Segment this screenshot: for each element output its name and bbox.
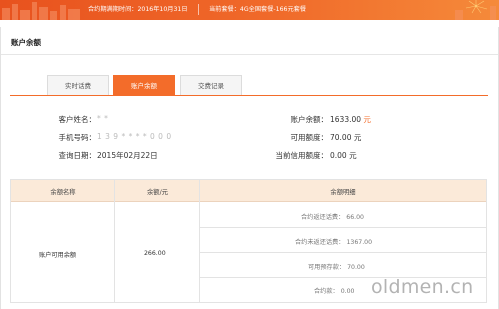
query-date-label: 查询日期： (58, 151, 97, 160)
table-header-row: 余额名称 余额/元 余额明细 (11, 180, 486, 202)
tab-realtime-charges[interactable]: 实时话费 (47, 75, 109, 96)
tab-payment-history[interactable]: 交费记录 (180, 75, 242, 96)
customer-name-value: * * (97, 114, 109, 123)
page-title: 账户余额 (11, 38, 41, 47)
top-banner: 合约期满期时间：2016年10月31日 当前套餐：4G全国套餐-166元套餐 (0, 0, 499, 20)
current-plan-text: 当前套餐：4G全国套餐-166元套餐 (209, 6, 307, 13)
balance-amount-cell: 266.00 (144, 250, 166, 257)
column-header-amount: 余额/元 (146, 189, 168, 196)
available-credit-label: 可用额度： (290, 133, 329, 142)
account-balance-value: 1633.00 (330, 115, 362, 124)
detail-contract-unrefunded: 合约未返还话费： 1367.00 (295, 239, 373, 246)
current-credit-limit-value: 0.00 元 (330, 151, 357, 160)
account-balance-unit: 元 (363, 115, 371, 124)
detail-prepaid-available: 可用预存款： 70.00 (308, 264, 365, 271)
customer-name-label: 客户姓名： (58, 115, 97, 124)
account-balance-value-wrap: 1633.00 元 (330, 114, 371, 125)
column-header-details: 余额明细 (330, 189, 356, 196)
banner-divider (198, 4, 199, 15)
phone-number-value: 1 3 9 * * * * 0 0 0 (97, 132, 172, 141)
detail-contract-payment: 合约款： 0.00 (314, 288, 355, 295)
panel-header: 账户余额 (1, 27, 498, 55)
current-credit-limit-label: 当前信用额度： (275, 151, 329, 160)
tab-account-balance[interactable]: 账户余额 (113, 75, 175, 96)
tabs-underline (10, 95, 488, 96)
phone-number-label: 手机号码： (58, 133, 97, 142)
available-credit-value: 70.00 元 (330, 133, 362, 142)
balance-name-cell: 账户可用余额 (39, 252, 77, 259)
detail-contract-refunded: 合约返还话费： 66.00 (301, 214, 364, 221)
detail-row-divider (200, 252, 486, 253)
column-header-balance-name: 余额名称 (50, 189, 76, 196)
column-divider (114, 180, 115, 302)
site-watermark: oldmen.cn (371, 276, 474, 298)
contract-expiry-text: 合约期满期时间：2016年10月31日 (88, 6, 188, 13)
query-date-value: 2015年02月22日 (97, 151, 158, 160)
detail-row-divider (200, 227, 486, 228)
column-divider (199, 180, 200, 302)
account-balance-label: 账户余额： (290, 115, 329, 124)
